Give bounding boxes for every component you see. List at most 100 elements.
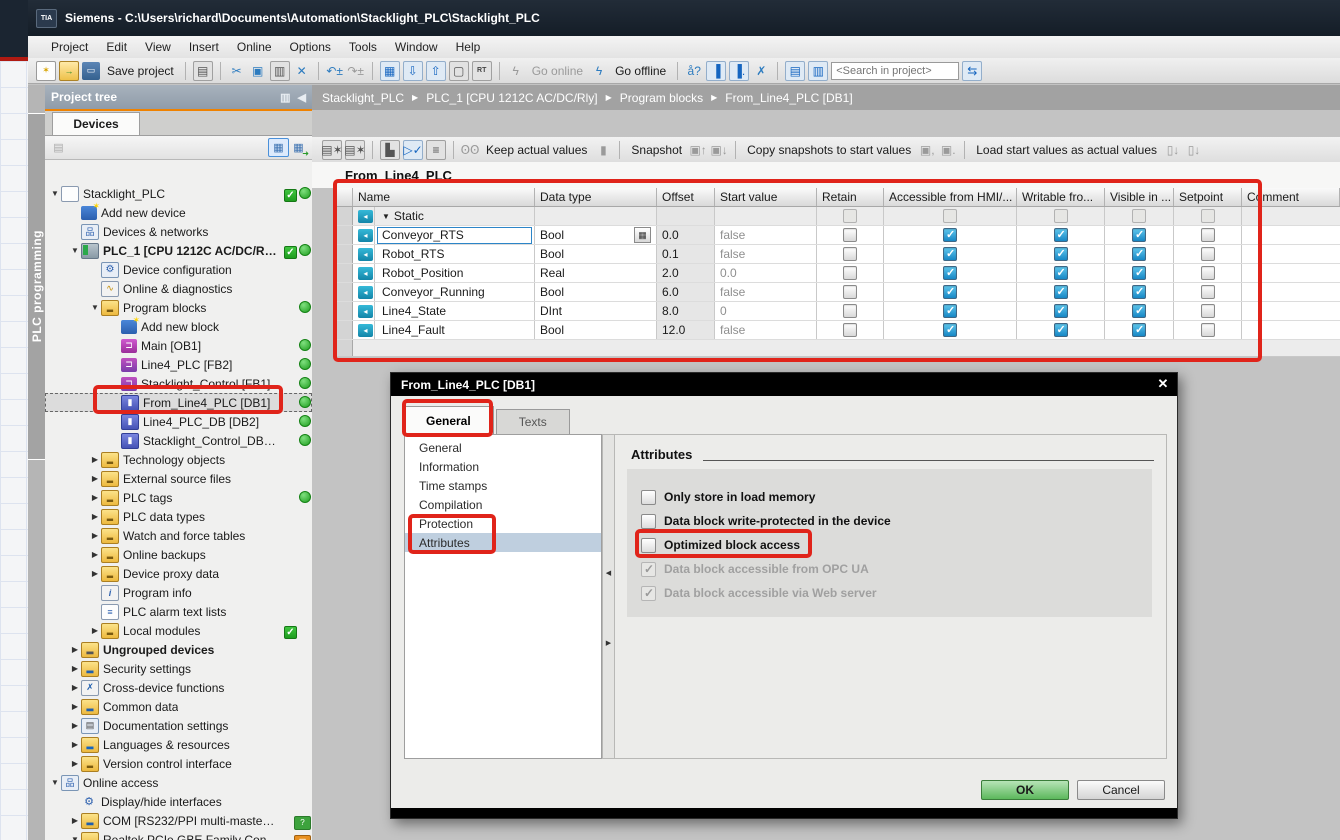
snapshot-load-icon[interactable]: ▣↓ — [710, 141, 728, 159]
ok-button[interactable]: OK — [981, 780, 1069, 800]
data-type-cell[interactable]: Bool — [535, 283, 657, 301]
menu-insert[interactable]: Insert — [180, 38, 228, 56]
load-setpoints-icon[interactable]: ▯↓ — [1185, 141, 1203, 159]
tree-item-online-diagnostics[interactable]: ∿Online & diagnostics — [45, 279, 312, 298]
tree-item-line4-plc-db-db2[interactable]: ▮Line4_PLC_DB [DB2] — [45, 412, 312, 431]
checkbox-checked[interactable] — [1054, 304, 1068, 318]
menu-edit[interactable]: Edit — [97, 38, 136, 56]
download-to-device-icon[interactable]: ⇩ — [403, 61, 423, 81]
menu-view[interactable]: View — [136, 38, 180, 56]
project-library-icon[interactable]: ⇆ — [962, 61, 982, 81]
row-selector-cell[interactable] — [333, 302, 353, 320]
tree-item-stacklight-control-db[interactable]: ▮Stacklight_Control_DB [... — [45, 431, 312, 450]
new-project-icon[interactable]: ✶ — [36, 61, 56, 81]
tree-item-external-source-files[interactable]: ▶▂External source files — [45, 469, 312, 488]
tree-item-local-modules[interactable]: ▶▂Local modules✓ — [45, 621, 312, 640]
tree-item-plc-alarm-text-lists[interactable]: ≡PLC alarm text lists — [45, 602, 312, 621]
row-selector-cell[interactable] — [333, 283, 353, 301]
expand-arrow-icon[interactable]: ▶ — [89, 626, 101, 635]
menu-online[interactable]: Online — [228, 38, 281, 56]
expand-arrow-icon[interactable]: ▼ — [49, 189, 61, 198]
data-type-cell[interactable]: DInt — [535, 302, 657, 320]
tree-item-watch-and-force-tables[interactable]: ▶▂Watch and force tables — [45, 526, 312, 545]
expand-arrow-icon[interactable]: ▶ — [89, 474, 101, 483]
tree-item-program-info[interactable]: iProgram info — [45, 583, 312, 602]
checkbox-checked[interactable] — [1054, 247, 1068, 261]
snapshot-make-icon[interactable]: ▣↑ — [689, 141, 707, 159]
table-group-row-static[interactable]: ◂▼Static — [333, 207, 1340, 226]
upload-from-device-icon[interactable]: ⇧ — [426, 61, 446, 81]
tree-item-stacklight-plc[interactable]: ▼Stacklight_PLC✓ — [45, 184, 312, 203]
tree-item-com-rs232-ppi-multi-master-c[interactable]: ▶▂COM [RS232/PPI multi-master c...? — [45, 811, 312, 830]
start-value-cell[interactable]: 0 — [715, 302, 817, 320]
row-selector-cell[interactable] — [333, 226, 353, 244]
tree-item-online-backups[interactable]: ▶▂Online backups — [45, 545, 312, 564]
column-header-data-type[interactable]: Data type — [535, 188, 657, 206]
name-cell[interactable]: Conveyor_Running — [375, 283, 535, 301]
tree-item-device-configuration[interactable]: ⚙Device configuration — [45, 260, 312, 279]
data-type-cell[interactable]: Bool — [535, 245, 657, 263]
checkbox-unchecked[interactable] — [843, 304, 857, 318]
tree-item-display-hide-interfaces[interactable]: ⚙Display/hide interfaces — [45, 792, 312, 811]
breadcrumb-program-blocks[interactable]: Program blocks — [620, 91, 703, 105]
undo-icon[interactable]: ↶± — [326, 62, 344, 80]
split-horizontal-icon[interactable]: ▤ — [785, 61, 805, 81]
checkbox-unchecked[interactable] — [843, 247, 857, 261]
tree-item-program-blocks[interactable]: ▼▂Program blocks — [45, 298, 312, 317]
comment-cell[interactable] — [1242, 321, 1340, 339]
expand-arrow-icon[interactable]: ▶ — [89, 455, 101, 464]
tree-item-plc-1-cpu-1212c-ac-dc-rly[interactable]: ▼PLC_1 [CPU 1212C AC/DC/Rly]✓ — [45, 241, 312, 260]
comment-cell[interactable] — [1242, 283, 1340, 301]
compile-icon[interactable]: ▦ — [380, 61, 400, 81]
name-cell[interactable]: Line4_Fault — [375, 321, 535, 339]
breadcrumb-stacklight-plc[interactable]: Stacklight_PLC — [322, 91, 404, 105]
start-cpu-icon[interactable]: ▢ — [449, 61, 469, 81]
table-row-robot-position[interactable]: ◂Robot_PositionReal2.00.0 — [333, 264, 1340, 283]
save-project-label[interactable]: Save project — [107, 64, 174, 78]
close-icon[interactable]: ✕ — [1153, 375, 1173, 393]
breadcrumb-plc-1-cpu-1212c-ac-dc-rly[interactable]: PLC_1 [CPU 1212C AC/DC/Rly] — [426, 91, 597, 105]
stop-simulation-icon[interactable]: ▐. — [729, 61, 749, 81]
splitter-right-arrow-icon[interactable]: ▶ — [604, 638, 613, 647]
keep-actual-values-icon[interactable]: ▮ — [594, 141, 612, 159]
monitor-all-icon[interactable]: ꙨꙨ — [461, 141, 479, 159]
expand-arrow-icon[interactable]: ▶ — [69, 816, 81, 825]
expand-arrow-icon[interactable]: ▶ — [89, 512, 101, 521]
checkbox-checked[interactable] — [943, 285, 957, 299]
checkbox-unchecked[interactable] — [1201, 247, 1215, 261]
checkbox-unchecked[interactable] — [1201, 266, 1215, 280]
comment-cell[interactable] — [1242, 207, 1340, 225]
tree-item-version-control-interface[interactable]: ▶▂Version control interface — [45, 754, 312, 773]
start-simulation-icon[interactable]: ▐ — [706, 61, 726, 81]
dialog-nav-compilation[interactable]: Compilation — [405, 495, 601, 514]
column-header-comment[interactable]: Comment — [1242, 188, 1340, 206]
checkbox-checked[interactable] — [1054, 266, 1068, 280]
tree-item-security-settings[interactable]: ▶▂Security settings — [45, 659, 312, 678]
expand-arrow-icon[interactable]: ▶ — [69, 683, 81, 692]
column-header-accessible-from-hmi[interactable]: Accessible from HMI/... — [884, 188, 1017, 206]
expand-arrow-icon[interactable]: ▼ — [69, 246, 81, 255]
list-view-icon[interactable]: ▦ — [268, 138, 289, 157]
copy-snapshots-label[interactable]: Copy snapshots to start values — [747, 143, 911, 157]
dialog-nav-general[interactable]: General — [405, 438, 601, 457]
tree-item-languages-resources[interactable]: ▶▂Languages & resources — [45, 735, 312, 754]
snapshot-label[interactable]: Snapshot — [631, 143, 682, 157]
tree-item-stacklight-control-fb1[interactable]: ⊐Stacklight_Control [FB1] — [45, 374, 312, 393]
breadcrumb-from-line4-plc-db1[interactable]: From_Line4_PLC [DB1] — [725, 91, 852, 105]
menu-tools[interactable]: Tools — [340, 38, 386, 56]
dialog-title-bar[interactable]: From_Line4_PLC [DB1] ✕ — [391, 373, 1177, 396]
checkbox-checked[interactable] — [1132, 228, 1146, 242]
tree-item-online-access[interactable]: ▼品Online access — [45, 773, 312, 792]
checkbox-checked[interactable] — [943, 228, 957, 242]
menu-window[interactable]: Window — [386, 38, 447, 56]
comment-cell[interactable] — [1242, 245, 1340, 263]
column-header-offset[interactable]: Offset — [657, 188, 715, 206]
option-data-block-write-protected-in-the-device[interactable]: Data block write-protected in the device — [641, 511, 891, 531]
checkbox-checked[interactable] — [1132, 285, 1146, 299]
tree-item-documentation-settings[interactable]: ▶▤Documentation settings — [45, 716, 312, 735]
comment-cell[interactable] — [1242, 226, 1340, 244]
dialog-tab-texts[interactable]: Texts — [496, 409, 570, 434]
name-cell[interactable]: Robot_Position — [375, 264, 535, 282]
expand-members-icon[interactable]: ≡ — [426, 140, 446, 160]
table-row-conveyor-running[interactable]: ◂Conveyor_RunningBool6.0false — [333, 283, 1340, 302]
